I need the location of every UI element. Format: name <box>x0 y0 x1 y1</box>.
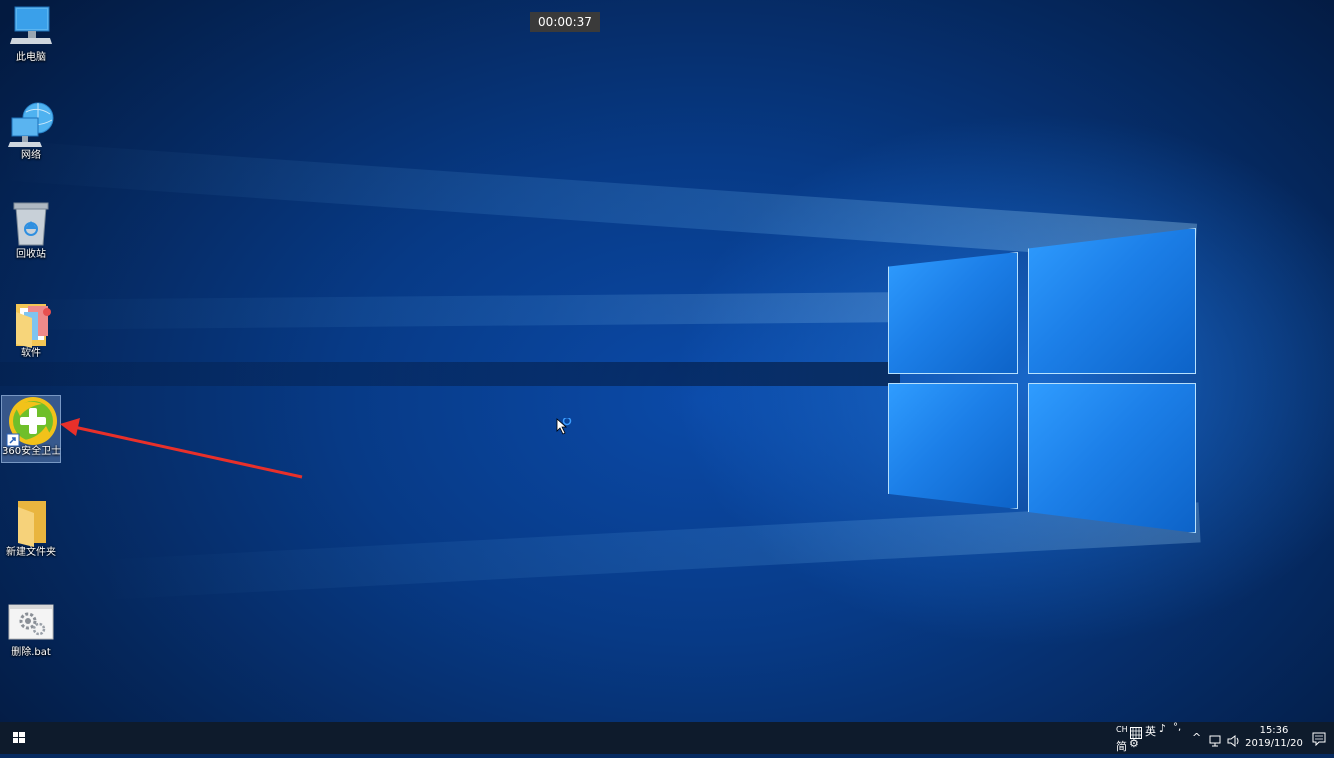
show-hidden-icons-chevron-icon[interactable]: ^ <box>1192 731 1201 744</box>
annotation-arrow <box>60 418 303 479</box>
ime-english-mode[interactable]: 英 <box>1145 723 1156 739</box>
network-tray-icon[interactable] <box>1209 732 1223 751</box>
clock-date: 2019/11/20 <box>1245 738 1303 749</box>
ime-moon-icon[interactable]: ♪ <box>1159 722 1166 735</box>
recording-timer: 00:00:37 <box>530 12 600 32</box>
ime-settings-gear-icon[interactable]: ⚙ <box>1129 737 1139 750</box>
clock[interactable]: 15:36 2019/11/20 <box>1244 724 1304 750</box>
clock-time: 15:36 <box>1259 725 1289 736</box>
taskbar: CH 英 ♪ °, 简 ⚙ ^ 15:36 2019/11/20 <box>0 722 1334 754</box>
desktop[interactable]: 此电脑 网络 回收站 软件 360安全卫士 新建文件夹 删除.bat <box>0 0 1334 722</box>
ime-simplified-mode[interactable]: 简 <box>1116 738 1127 754</box>
action-center-icon[interactable] <box>1312 731 1326 750</box>
start-button[interactable] <box>0 722 38 754</box>
ime-punctuation-icon[interactable]: °, <box>1173 722 1181 733</box>
windows-logo-icon <box>13 732 25 743</box>
volume-tray-icon[interactable] <box>1227 732 1241 751</box>
mouse-cursor-busy-icon <box>556 416 572 440</box>
ime-language-indicator[interactable]: CH <box>1116 725 1128 734</box>
